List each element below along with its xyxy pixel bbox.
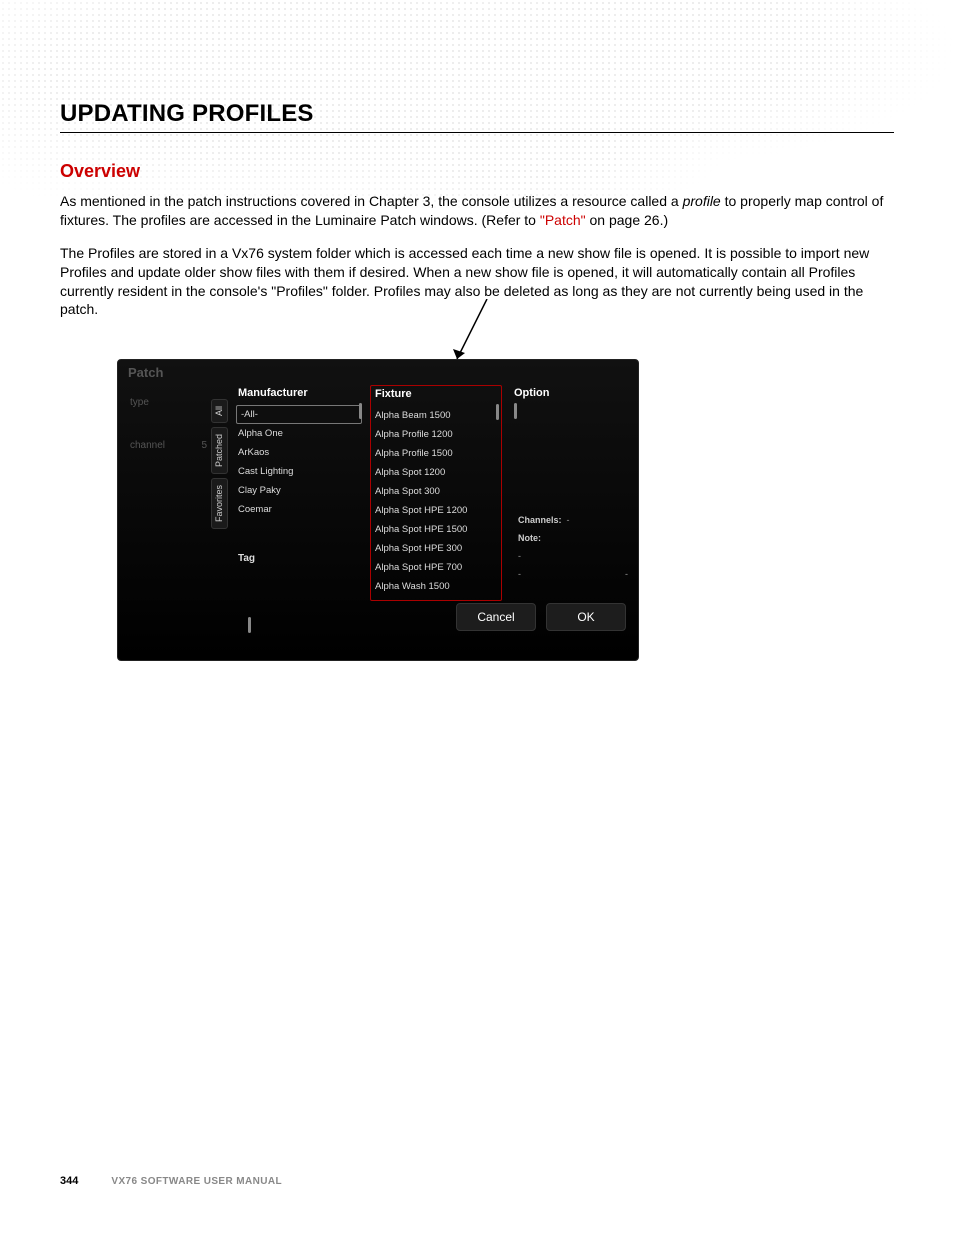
fixture-item[interactable]: Alpha Spot HPE 700: [371, 558, 501, 577]
fixture-column: Fixture Alpha Beam 1500 Alpha Profile 12…: [370, 385, 502, 601]
scrollbar-thumb[interactable]: [514, 403, 517, 419]
page-footer: 344 VX76 SOFTWARE USER MANUAL: [60, 1175, 282, 1187]
fixture-item[interactable]: Alpha Spot HPE 300: [371, 539, 501, 558]
manufacturer-item[interactable]: Alpha One: [234, 424, 364, 443]
vertical-tabs: All Patched Favorites: [211, 385, 228, 601]
fixture-item[interactable]: Alpha Spot 300: [371, 482, 501, 501]
channels-label: Channels:: [518, 515, 562, 525]
fixture-item[interactable]: Alpha Wash 1500: [371, 577, 501, 596]
cancel-button[interactable]: Cancel: [456, 603, 536, 631]
p1-c: on page 26.): [586, 212, 669, 228]
manual-title: VX76 SOFTWARE USER MANUAL: [111, 1176, 282, 1187]
title-rule: [60, 132, 894, 133]
manufacturer-column: Manufacturer -All- Alpha One ArKaos Cast…: [234, 385, 364, 601]
option-header: Option: [510, 385, 630, 405]
fixture-item[interactable]: Alpha Profile 1200: [371, 425, 501, 444]
manufacturer-item-all[interactable]: -All-: [236, 405, 362, 424]
manufacturer-item[interactable]: Coemar: [234, 500, 364, 519]
channel-value: 5: [201, 440, 207, 451]
overview-heading: Overview: [60, 161, 894, 182]
tab-favorites[interactable]: Favorites: [211, 478, 228, 529]
info-dash-3: -: [625, 569, 628, 579]
fixture-header: Fixture: [371, 386, 501, 406]
tab-all[interactable]: All: [211, 399, 228, 423]
page-number: 344: [60, 1175, 78, 1187]
scrollbar-thumb[interactable]: [359, 403, 362, 419]
info-area: Channels: - Note: - - -: [518, 511, 628, 583]
patch-panel: Patch type channel 5 All Patched Favorit…: [117, 359, 639, 661]
paragraph-1: As mentioned in the patch instructions c…: [60, 192, 894, 230]
paragraph-2: The Profiles are stored in a Vx76 system…: [60, 244, 894, 320]
fixture-item[interactable]: Alpha Profile 1500: [371, 444, 501, 463]
manufacturer-item[interactable]: Cast Lighting: [234, 462, 364, 481]
fixture-item[interactable]: Alpha Spot 1200: [371, 463, 501, 482]
fixture-item[interactable]: Alpha Spot HPE 1500: [371, 520, 501, 539]
patch-link[interactable]: "Patch": [540, 212, 586, 228]
info-dash-2: -: [518, 569, 521, 579]
info-dash-1: -: [518, 547, 628, 565]
panel-title: Patch: [118, 360, 638, 385]
p1-a: As mentioned in the patch instructions c…: [60, 193, 683, 209]
manufacturer-item[interactable]: Clay Paky: [234, 481, 364, 500]
channels-value: -: [567, 515, 570, 525]
type-label: type: [130, 397, 149, 408]
page-title: UPDATING PROFILES: [60, 100, 894, 128]
scrollbar-thumb[interactable]: [496, 404, 499, 420]
note-label: Note:: [518, 533, 541, 543]
manufacturer-item[interactable]: ArKaos: [234, 443, 364, 462]
manufacturer-header: Manufacturer: [234, 385, 364, 405]
tag-label: Tag: [238, 553, 255, 564]
scrollbar-thumb[interactable]: [248, 617, 251, 633]
patch-dialog-figure: Patch type channel 5 All Patched Favorit…: [117, 359, 837, 661]
ok-button[interactable]: OK: [546, 603, 626, 631]
fixture-item[interactable]: Alpha Beam 1500: [371, 406, 501, 425]
fixture-item[interactable]: Alpha Spot HPE 1200: [371, 501, 501, 520]
p1-profile-word: profile: [683, 193, 721, 209]
channel-label: channel: [130, 440, 165, 451]
panel-left-column: type channel 5: [126, 385, 211, 601]
tab-patched[interactable]: Patched: [211, 427, 228, 474]
